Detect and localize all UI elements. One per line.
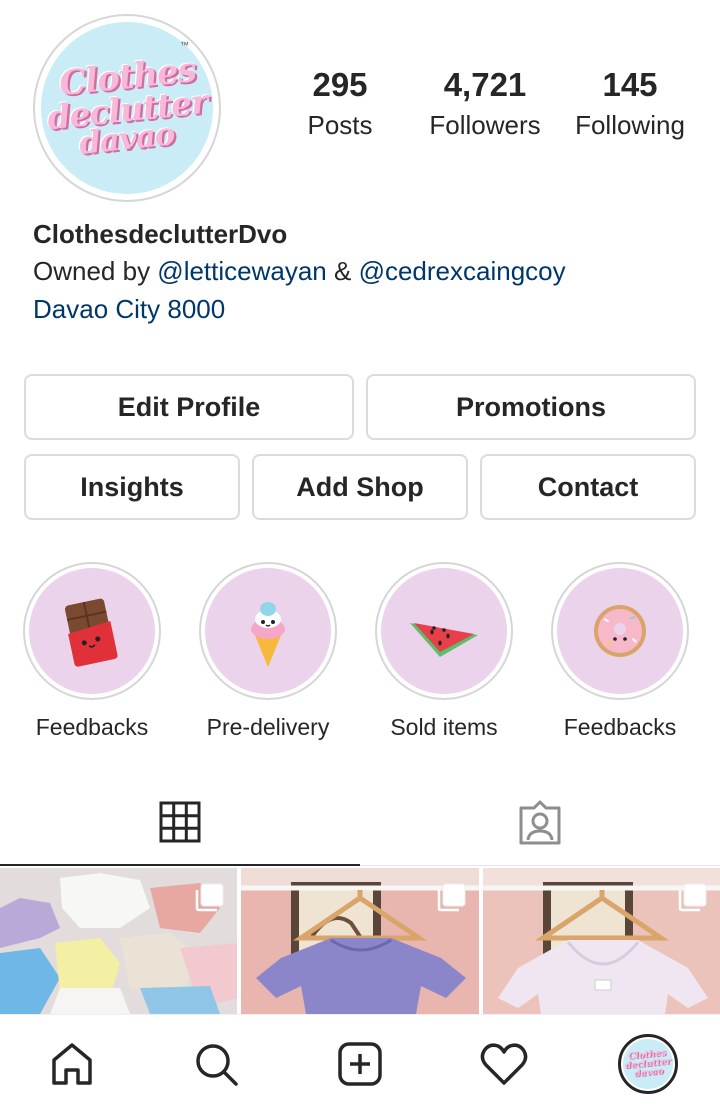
highlight-label: Pre-delivery [206, 714, 330, 740]
post-thumbnail-2[interactable] [241, 868, 479, 1014]
highlight-feedbacks-2[interactable]: Feedbacks [550, 562, 690, 741]
contact-button[interactable]: Contact [480, 454, 696, 520]
highlight-ring [23, 562, 161, 700]
following-label: Following [575, 110, 685, 140]
highlight-sold-items[interactable]: Sold items [374, 562, 514, 741]
donut-icon [594, 605, 646, 657]
bio-joiner: & [326, 256, 359, 286]
post-thumbnail-3[interactable] [482, 868, 720, 1014]
profile-stats: 295 Posts 4,721 Followers 145 Following [270, 66, 700, 141]
nav-new-post[interactable] [320, 1024, 400, 1104]
trademark-symbol: ™ [180, 40, 189, 50]
activity-heart-icon [480, 1043, 528, 1085]
profile-name: ClothesdeclutterDvo [33, 219, 288, 249]
post-thumbnail-1[interactable] [0, 868, 238, 1014]
highlight-feedbacks-1[interactable]: Feedbacks [22, 562, 162, 741]
highlight-label: Feedbacks [35, 714, 149, 740]
tab-tagged[interactable] [360, 780, 720, 866]
tagged-person-icon [519, 800, 561, 844]
edit-profile-button[interactable]: Edit Profile [24, 374, 354, 440]
followers-label: Followers [429, 110, 541, 140]
logo-text-line-3: davao [77, 116, 177, 162]
posts-count: 295 [312, 66, 368, 103]
grid-icon [159, 801, 201, 843]
followers-stat[interactable]: 4,721 Followers [415, 66, 555, 141]
home-icon [52, 1043, 92, 1085]
bottom-navigation: Clothes declutter davao [0, 1014, 720, 1113]
tab-grid[interactable] [0, 780, 360, 866]
search-icon [196, 1044, 238, 1086]
highlight-cover [29, 568, 155, 694]
new-post-icon [338, 1042, 382, 1086]
bio-owners-line: Owned by @letticewayan & @cedrexcaingcoy [33, 252, 693, 290]
nav-profile[interactable]: Clothes declutter davao [608, 1024, 688, 1104]
highlight-ring [551, 562, 689, 700]
chocolate-bar-icon [64, 598, 118, 667]
highlight-ring [375, 562, 513, 700]
bio-prefix: Owned by [33, 256, 158, 286]
mention-link-1[interactable]: @letticewayan [157, 256, 326, 286]
highlight-cover [557, 568, 683, 694]
promotions-button[interactable]: Promotions [366, 374, 696, 440]
posts-stat[interactable]: 295 Posts [270, 66, 410, 141]
profile-avatar[interactable]: Clothes declutter davao ™ [33, 14, 221, 202]
highlight-cover [381, 568, 507, 694]
profile-bio: ClothesdeclutterDvo Owned by @letticeway… [33, 216, 693, 328]
add-shop-button[interactable]: Add Shop [252, 454, 468, 520]
multiple-photos-icon [678, 883, 707, 912]
avatar-logo-small: Clothes declutter davao [623, 1039, 673, 1089]
nav-home[interactable] [32, 1024, 112, 1104]
followers-count: 4,721 [443, 66, 527, 103]
nav-search[interactable] [176, 1024, 256, 1104]
post-grid [0, 868, 720, 1014]
multiple-photos-icon [196, 883, 224, 912]
highlight-pre-delivery[interactable]: Pre-delivery [198, 562, 338, 741]
multiple-photos-icon [437, 883, 466, 912]
mention-link-2[interactable]: @cedrexcaingcoy [359, 256, 566, 286]
highlight-label: Feedbacks [563, 714, 677, 740]
ice-cream-icon [251, 602, 285, 667]
following-stat[interactable]: 145 Following [560, 66, 700, 141]
highlight-cover [205, 568, 331, 694]
highlight-label: Sold items [390, 714, 498, 740]
insights-button[interactable]: Insights [24, 454, 240, 520]
highlight-ring [199, 562, 337, 700]
nav-activity[interactable] [464, 1024, 544, 1104]
watermelon-icon [410, 623, 478, 657]
posts-label: Posts [307, 110, 373, 140]
profile-avatar-small: Clothes declutter davao [618, 1034, 678, 1094]
following-count: 145 [602, 66, 658, 103]
location-link[interactable]: Davao City 8000 [33, 290, 693, 328]
avatar-logo-small-text: Clothes declutter davao [624, 1048, 673, 1080]
